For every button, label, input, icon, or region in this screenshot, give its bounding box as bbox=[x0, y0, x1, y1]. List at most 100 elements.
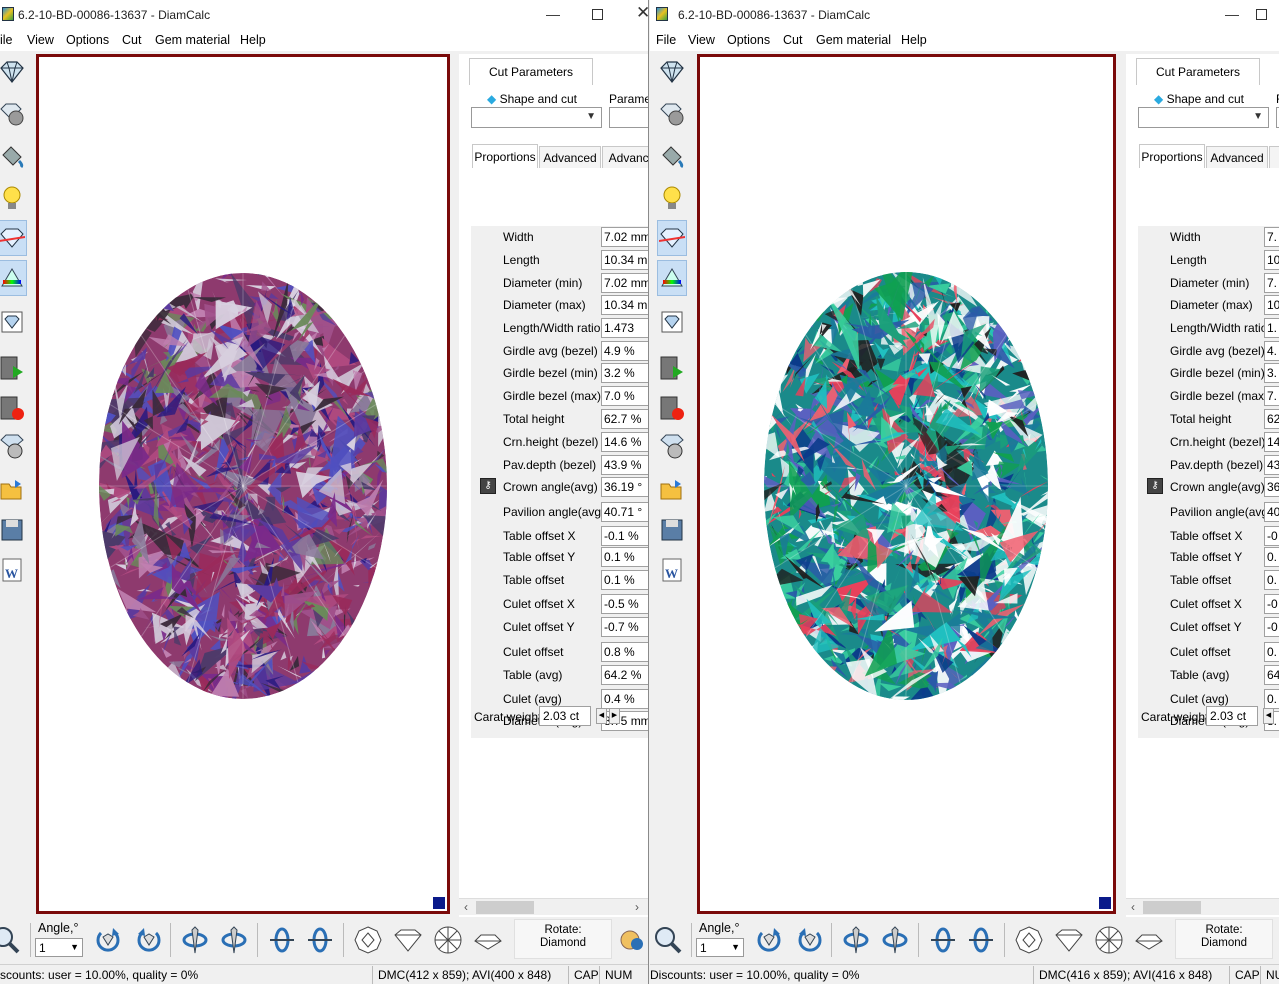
menu-gem-material[interactable]: Gem material bbox=[155, 33, 230, 47]
param-value[interactable]: 10 bbox=[1264, 250, 1279, 270]
minimize-icon[interactable]: — bbox=[1225, 6, 1239, 22]
flip-down-icon[interactable] bbox=[302, 919, 338, 961]
parameters-input[interactable] bbox=[609, 107, 648, 128]
diamond-view-icon[interactable] bbox=[657, 54, 687, 90]
spectrum-prism-icon[interactable] bbox=[657, 260, 687, 296]
param-value[interactable]: -0.1 % bbox=[601, 526, 648, 546]
shape-select[interactable]: ▼ bbox=[471, 107, 602, 128]
param-value[interactable]: -0 bbox=[1264, 594, 1279, 614]
param-value[interactable]: -0 bbox=[1264, 617, 1279, 637]
rotate-mode[interactable]: Rotate: Diamond bbox=[1175, 919, 1273, 959]
menu-view[interactable]: View bbox=[27, 33, 54, 47]
tab-advanced-2[interactable]: A bbox=[1269, 146, 1279, 168]
video-play-icon[interactable] bbox=[0, 350, 27, 386]
diamond-ball-icon[interactable] bbox=[657, 96, 687, 132]
profile-view-icon[interactable] bbox=[470, 919, 506, 961]
tab-cut-parameters[interactable]: Cut Parameters bbox=[469, 58, 593, 85]
menu-options[interactable]: Options bbox=[727, 33, 770, 47]
rainbow-diamond-icon[interactable] bbox=[0, 220, 27, 256]
menu-options[interactable]: Options bbox=[66, 33, 109, 47]
param-value[interactable]: 36.19 ° bbox=[601, 477, 648, 497]
profile-view-icon[interactable] bbox=[1131, 919, 1167, 961]
diamond-view-icon[interactable] bbox=[0, 54, 27, 90]
rotate-mode[interactable]: Rotate: Diamond bbox=[514, 919, 612, 959]
film-reel-icon[interactable] bbox=[0, 428, 27, 464]
flip-up-icon[interactable] bbox=[264, 919, 300, 961]
shape-select[interactable]: ▼ bbox=[1138, 107, 1269, 128]
param-value[interactable]: 62.7 % bbox=[601, 409, 648, 429]
param-value[interactable]: 14 bbox=[1264, 432, 1279, 452]
zoom-magnifier-icon[interactable] bbox=[650, 919, 686, 961]
param-value[interactable]: 7. bbox=[1264, 227, 1279, 247]
scroll-right-icon[interactable]: › bbox=[635, 900, 639, 914]
param-value[interactable]: 7.02 mm bbox=[601, 227, 648, 247]
menu-help[interactable]: Help bbox=[901, 33, 927, 47]
video-play-icon[interactable] bbox=[657, 350, 687, 386]
menu-cut[interactable]: Cut bbox=[783, 33, 802, 47]
light-bulb-icon[interactable] bbox=[0, 180, 27, 216]
param-value[interactable]: 40.71 ° bbox=[601, 502, 648, 522]
param-value[interactable]: 62 bbox=[1264, 409, 1279, 429]
diamond-image-icon[interactable] bbox=[657, 304, 687, 340]
param-value[interactable]: 1. bbox=[1264, 318, 1279, 338]
param-value[interactable]: 14.6 % bbox=[601, 432, 648, 452]
maximize-icon[interactable] bbox=[1256, 9, 1267, 20]
menu-gem-material[interactable]: Gem material bbox=[816, 33, 891, 47]
zoom-magnifier-icon[interactable] bbox=[0, 919, 24, 961]
param-value[interactable]: 64.2 % bbox=[601, 665, 648, 685]
spectrum-prism-icon[interactable] bbox=[0, 260, 27, 296]
param-value[interactable]: -0.5 % bbox=[601, 594, 648, 614]
menu-file[interactable]: File bbox=[656, 33, 676, 47]
scroll-left-icon[interactable]: ‹ bbox=[1131, 900, 1135, 914]
menu-view[interactable]: View bbox=[688, 33, 715, 47]
param-value[interactable]: 0.1 % bbox=[601, 547, 648, 567]
param-value[interactable]: 3.2 % bbox=[601, 363, 648, 383]
lock-crown-angle-icon[interactable]: ⚷ bbox=[480, 478, 496, 494]
param-value[interactable]: 7. bbox=[1264, 386, 1279, 406]
tab-advanced[interactable]: Advanced bbox=[1206, 146, 1268, 168]
param-value[interactable]: 4.9 % bbox=[601, 341, 648, 361]
tilt-right-icon[interactable] bbox=[216, 919, 252, 961]
param-value[interactable]: 0.1 % bbox=[601, 570, 648, 590]
tilt-left-icon[interactable] bbox=[177, 919, 213, 961]
word-export-icon[interactable]: W bbox=[657, 552, 687, 588]
param-value[interactable]: 36 bbox=[1264, 477, 1279, 497]
menu-file[interactable]: ile bbox=[0, 33, 13, 47]
carat-decrease-button[interactable]: ◀ bbox=[596, 708, 607, 724]
tilt-left-icon[interactable] bbox=[838, 919, 874, 961]
gem-render-viewport[interactable] bbox=[697, 54, 1116, 914]
param-value[interactable]: 64 bbox=[1264, 665, 1279, 685]
param-value[interactable]: 0.4 % bbox=[601, 689, 648, 709]
param-value[interactable]: 0. bbox=[1264, 689, 1279, 709]
diamond-image-icon[interactable] bbox=[0, 304, 27, 340]
param-value[interactable]: 7.0 % bbox=[601, 386, 648, 406]
bottom-view-icon[interactable] bbox=[430, 919, 466, 961]
top-view-icon[interactable] bbox=[1011, 919, 1047, 961]
param-value[interactable]: 0. bbox=[1264, 642, 1279, 662]
param-value[interactable]: 7.02 mm bbox=[601, 273, 648, 293]
param-value[interactable]: -0 bbox=[1264, 526, 1279, 546]
close-icon[interactable]: ✕ bbox=[636, 3, 648, 23]
param-value[interactable]: -0.7 % bbox=[601, 617, 648, 637]
save-disk-icon[interactable] bbox=[657, 512, 687, 548]
paint-bucket-icon[interactable] bbox=[657, 138, 687, 174]
user-icon[interactable] bbox=[614, 919, 648, 961]
param-value[interactable]: 1.473 bbox=[601, 318, 648, 338]
angle-select[interactable]: 1 ▼ bbox=[696, 938, 744, 957]
save-disk-icon[interactable] bbox=[0, 512, 27, 548]
scroll-thumb[interactable] bbox=[1143, 901, 1201, 914]
open-folder-icon[interactable] bbox=[657, 472, 687, 508]
param-value[interactable]: 43 bbox=[1264, 455, 1279, 475]
param-value[interactable]: 10.34 mm bbox=[601, 295, 648, 315]
menu-cut[interactable]: Cut bbox=[122, 33, 141, 47]
param-value[interactable]: 3. bbox=[1264, 363, 1279, 383]
param-value[interactable]: 4. bbox=[1264, 341, 1279, 361]
param-value[interactable]: 10 bbox=[1264, 295, 1279, 315]
menu-help[interactable]: Help bbox=[240, 33, 266, 47]
tab-proportions[interactable]: Proportions bbox=[472, 144, 538, 168]
rotate-ccw-icon[interactable] bbox=[131, 919, 167, 961]
param-value[interactable]: 40 bbox=[1264, 502, 1279, 522]
param-value[interactable]: 7. bbox=[1264, 273, 1279, 293]
carat-decrease-button[interactable]: ◀ bbox=[1263, 708, 1274, 724]
param-value[interactable]: 10.34 mm bbox=[601, 250, 648, 270]
